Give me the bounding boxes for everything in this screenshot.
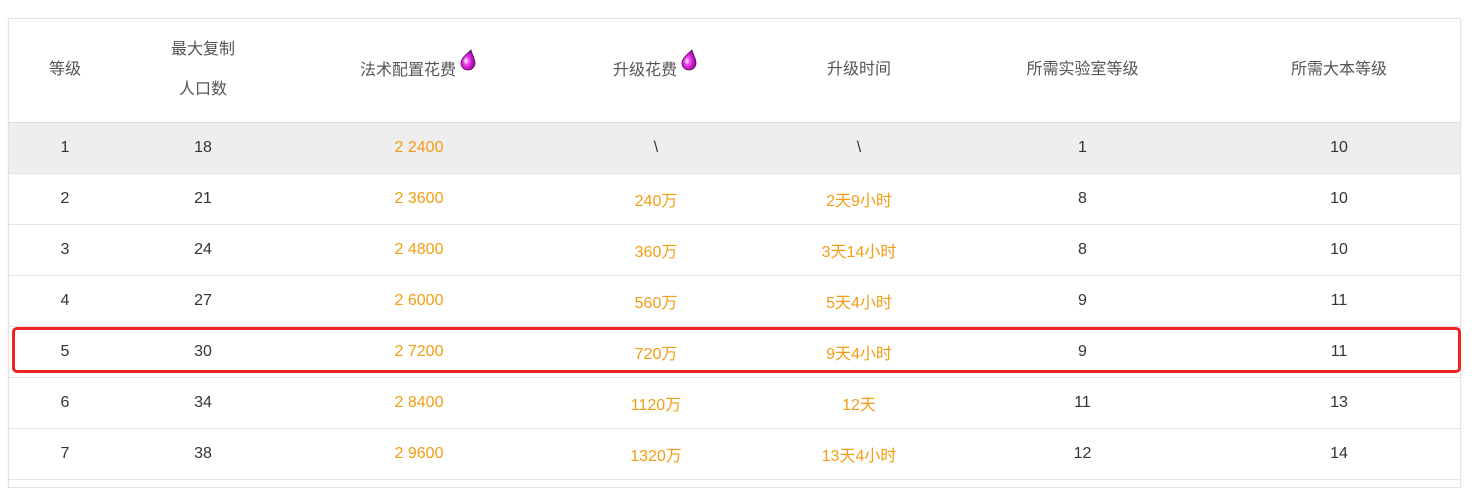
cell-lab-level: 11 [959, 377, 1206, 429]
header-upgrade-cost: 升级花费 [553, 19, 759, 123]
cell-max-copy: 27 [121, 275, 285, 327]
cell-townhall-level: 14 [1206, 428, 1460, 480]
header-max-copy-line2: 人口数 [178, 81, 227, 99]
cell-max-copy: 38 [121, 428, 285, 480]
table-header: 等级 最大复制 人口数 法术配置花费 升级花费 升级时间 所需实验室等级 所需大… [9, 19, 1460, 123]
cell-max-copy: 34 [121, 377, 285, 429]
cell-level: 6 [9, 377, 121, 429]
header-lab-level: 所需实验室等级 [959, 19, 1206, 123]
cell-spell-cost: 2 3600 [285, 173, 553, 225]
header-row: 等级 最大复制 人口数 法术配置花费 升级花费 升级时间 所需实验室等级 所需大… [9, 19, 1460, 123]
cell-spell-cost: 2 8400 [285, 377, 553, 429]
cell-spell-cost: 2 6000 [285, 275, 553, 327]
dark-elixir-drop-icon [681, 49, 697, 71]
cell-spell-cost: 2 7200 [285, 326, 553, 378]
cell-upgrade-time: \ [759, 122, 959, 174]
cell-max-copy: 24 [121, 224, 285, 276]
cell-level: 4 [9, 275, 121, 327]
header-spell-cost-label: 法术配置花费 [359, 62, 456, 80]
cell-upgrade-time: 2天9小时 [759, 173, 959, 225]
cell-townhall-level: 11 [1206, 275, 1460, 327]
header-max-copy-line1: 最大复制 [170, 41, 235, 59]
table-row: 7 38 2 9600 1320万 13天4小时 12 14 [9, 428, 1460, 480]
cell-townhall-level: 11 [1206, 326, 1460, 378]
cell-upgrade-cost: 360万 [553, 224, 759, 276]
cell-townhall-level: 10 [1206, 122, 1460, 174]
cell-upgrade-cost: 720万 [553, 326, 759, 378]
data-table: 等级 最大复制 人口数 法术配置花费 升级花费 升级时间 所需实验室等级 所需大… [9, 19, 1460, 480]
table-row: 2 21 2 3600 240万 2天9小时 8 10 [9, 173, 1460, 225]
cell-upgrade-cost: \ [553, 122, 759, 174]
cell-max-copy: 21 [121, 173, 285, 225]
header-max-copy: 最大复制 人口数 [121, 19, 285, 123]
cell-upgrade-cost: 1120万 [553, 377, 759, 429]
cell-townhall-level: 10 [1206, 173, 1460, 225]
table-row: 6 34 2 8400 1120万 12天 11 13 [9, 377, 1460, 429]
table-row-highlighted: 5 30 2 7200 720万 9天4小时 9 11 [9, 326, 1460, 378]
cell-lab-level: 8 [959, 224, 1206, 276]
cell-lab-level: 12 [959, 428, 1206, 480]
cell-spell-cost: 2 2400 [285, 122, 553, 174]
table-row: 3 24 2 4800 360万 3天14小时 8 10 [9, 224, 1460, 276]
cell-level: 5 [9, 326, 121, 378]
cell-max-copy: 18 [121, 122, 285, 174]
clone-spell-table: 等级 最大复制 人口数 法术配置花费 升级花费 升级时间 所需实验室等级 所需大… [8, 18, 1461, 488]
header-townhall-level: 所需大本等级 [1206, 19, 1460, 123]
cell-townhall-level: 13 [1206, 377, 1460, 429]
cell-upgrade-time: 5天4小时 [759, 275, 959, 327]
table-body: 1 18 2 2400 \ \ 1 10 2 21 2 3600 240万 2天… [9, 122, 1460, 480]
cell-upgrade-cost: 560万 [553, 275, 759, 327]
cell-upgrade-time: 13天4小时 [759, 428, 959, 480]
cell-townhall-level: 10 [1206, 224, 1460, 276]
cell-level: 7 [9, 428, 121, 480]
cell-upgrade-time: 3天14小时 [759, 224, 959, 276]
cell-lab-level: 9 [959, 326, 1206, 378]
table-row: 1 18 2 2400 \ \ 1 10 [9, 122, 1460, 174]
header-level: 等级 [9, 19, 121, 123]
cell-spell-cost: 2 9600 [285, 428, 553, 480]
cell-lab-level: 1 [959, 122, 1206, 174]
cell-level: 3 [9, 224, 121, 276]
cell-upgrade-time: 12天 [759, 377, 959, 429]
cell-max-copy: 30 [121, 326, 285, 378]
cell-upgrade-cost: 1320万 [553, 428, 759, 480]
header-upgrade-time: 升级时间 [759, 19, 959, 123]
cell-level: 1 [9, 122, 121, 174]
header-upgrade-cost-label: 升级花费 [612, 62, 677, 80]
cell-level: 2 [9, 173, 121, 225]
cell-upgrade-cost: 240万 [553, 173, 759, 225]
cell-spell-cost: 2 4800 [285, 224, 553, 276]
cell-lab-level: 8 [959, 173, 1206, 225]
cell-upgrade-time: 9天4小时 [759, 326, 959, 378]
table-row: 4 27 2 6000 560万 5天4小时 9 11 [9, 275, 1460, 327]
header-spell-cost: 法术配置花费 [285, 19, 553, 123]
dark-elixir-drop-icon [460, 49, 476, 71]
cell-lab-level: 9 [959, 275, 1206, 327]
